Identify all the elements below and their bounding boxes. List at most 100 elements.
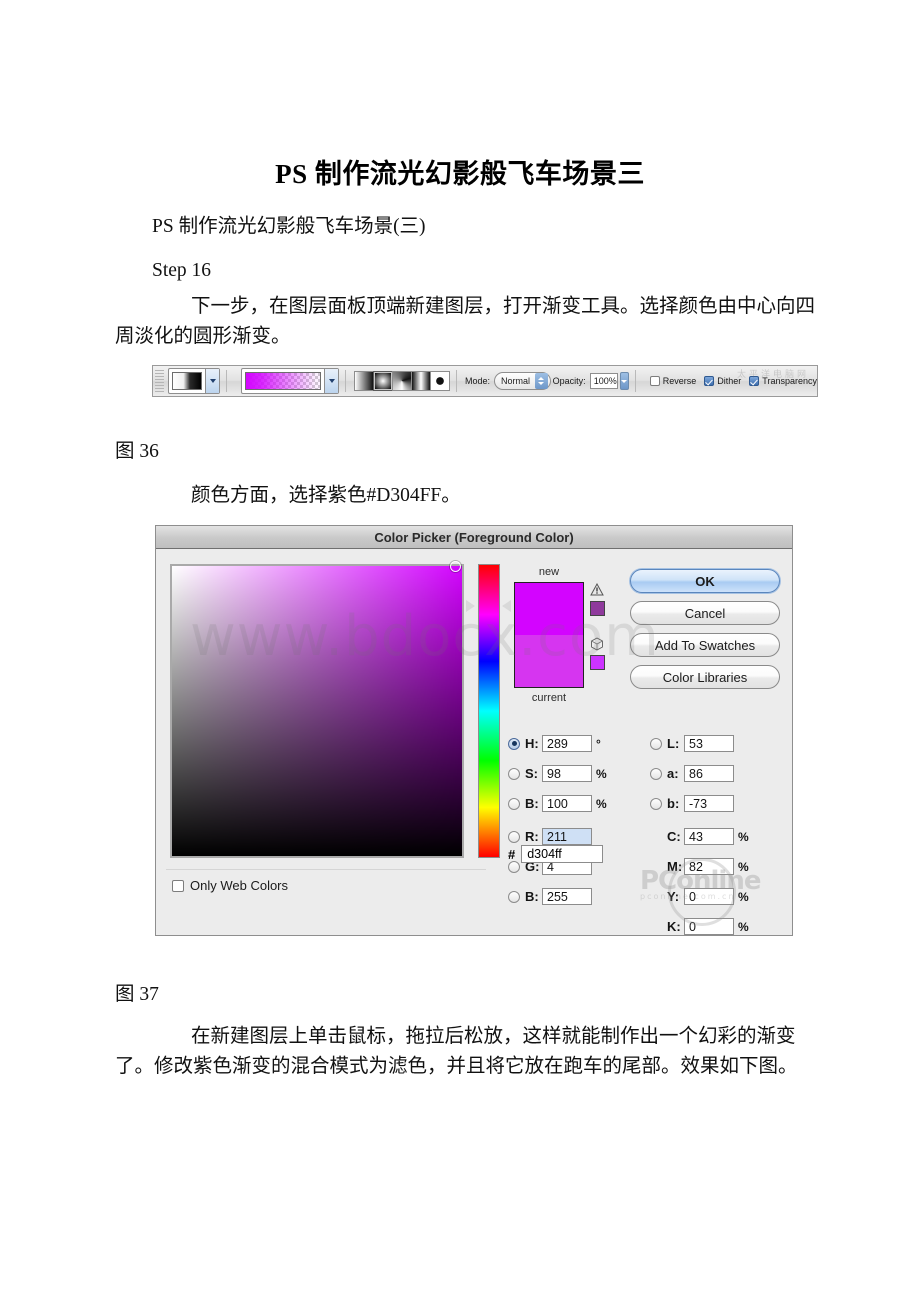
- hue-input[interactable]: 289: [542, 735, 592, 752]
- lab-a-row[interactable]: a: 86: [650, 763, 734, 784]
- blend-mode-select[interactable]: Normal: [494, 372, 551, 390]
- cancel-button[interactable]: Cancel: [630, 601, 780, 625]
- color-libraries-button[interactable]: Color Libraries: [630, 665, 780, 689]
- radial-gradient-icon[interactable]: [373, 371, 393, 391]
- black-row[interactable]: K: 0 %: [667, 916, 749, 935]
- hue-slider-handle-right-icon[interactable]: [502, 600, 511, 612]
- toolbar-grip[interactable]: [155, 370, 164, 392]
- dither-checkbox-box[interactable]: [704, 376, 715, 386]
- toolbar-divider-1: [226, 370, 227, 392]
- page-title: PS 制作流光幻影般飞车场景三: [275, 159, 645, 189]
- blend-mode-value: Normal: [501, 376, 531, 386]
- only-web-colors-checkbox[interactable]: Only Web Colors: [172, 878, 288, 893]
- lab-b-row[interactable]: b: -73: [650, 793, 734, 814]
- blend-mode-stepper-icon[interactable]: [534, 373, 548, 389]
- saturation-radio[interactable]: [508, 767, 520, 780]
- lab-b-radio[interactable]: [650, 797, 662, 810]
- web-safe-alt-swatch[interactable]: [590, 655, 605, 670]
- color-picker-divider: [166, 869, 486, 870]
- hue-unit: °: [596, 736, 601, 751]
- magenta-input[interactable]: 82: [684, 858, 734, 875]
- lab-a-label: a:: [667, 766, 679, 781]
- color-preview: [514, 582, 584, 688]
- gradient-preview-swatch-icon[interactable]: [245, 372, 321, 390]
- saturation-row[interactable]: S: 98 %: [508, 763, 607, 784]
- brightness-row[interactable]: B: 100 %: [508, 793, 607, 814]
- lab-a-radio[interactable]: [650, 767, 662, 780]
- hue-radio[interactable]: [508, 737, 520, 750]
- hue-slider-handle-left-icon[interactable]: [466, 600, 475, 612]
- new-color-label: new: [538, 566, 560, 578]
- toolbar-divider-3: [456, 370, 457, 392]
- brightness-radio[interactable]: [508, 797, 520, 810]
- only-web-colors-box[interactable]: [172, 879, 184, 892]
- toolbar-divider-4: [634, 370, 636, 392]
- red-label: R:: [525, 829, 539, 844]
- hue-slider[interactable]: [478, 564, 500, 858]
- lab-l-input[interactable]: 53: [684, 735, 734, 752]
- blend-mode-label: Mode:: [465, 376, 491, 386]
- cyan-unit: %: [738, 829, 749, 844]
- gradient-type-group: [354, 371, 450, 391]
- blue-row[interactable]: B: 255: [508, 886, 592, 907]
- color-field-marker-icon[interactable]: [450, 561, 461, 572]
- new-color-swatch: [515, 583, 583, 635]
- yellow-row[interactable]: Y: 0 %: [667, 886, 749, 907]
- color-picker-title: Color Picker (Foreground Color): [156, 526, 792, 549]
- lab-l-radio[interactable]: [650, 737, 662, 750]
- figure-37-caption: 图 37: [115, 984, 159, 1005]
- blue-radio[interactable]: [508, 890, 520, 903]
- blue-input[interactable]: 255: [542, 888, 592, 905]
- yellow-unit: %: [738, 889, 749, 904]
- saturation-input[interactable]: 98: [542, 765, 592, 782]
- hue-label: H:: [525, 736, 539, 751]
- toolbar-divider-2: [345, 370, 346, 392]
- brightness-unit: %: [596, 796, 607, 811]
- reverse-checkbox[interactable]: Reverse: [649, 376, 696, 386]
- hex-field-row[interactable]: # d304ff: [508, 845, 604, 863]
- cyan-input[interactable]: 43: [684, 828, 734, 845]
- red-input[interactable]: 211: [542, 828, 592, 845]
- angle-gradient-icon[interactable]: [392, 371, 412, 391]
- out-of-gamut-alt-swatch[interactable]: [590, 601, 605, 616]
- opacity-label: Opacity:: [552, 376, 586, 386]
- cyan-row[interactable]: C: 43 %: [667, 826, 749, 847]
- brightness-label: B:: [525, 796, 539, 811]
- ok-button[interactable]: OK: [630, 569, 780, 593]
- tool-preset-chevron-down-icon[interactable]: [205, 369, 219, 393]
- dither-checkbox[interactable]: Dither: [704, 376, 741, 386]
- document-subtitle: PS 制作流光幻影般飞车场景(三): [152, 216, 426, 237]
- saturation-brightness-field[interactable]: [170, 561, 464, 858]
- lab-a-input[interactable]: 86: [684, 765, 734, 782]
- gradient-preset-picker[interactable]: [241, 368, 339, 394]
- lab-b-input[interactable]: -73: [684, 795, 734, 812]
- step-heading: Step 16: [152, 260, 212, 281]
- reverse-checkbox-box[interactable]: [649, 376, 660, 386]
- red-radio[interactable]: [508, 830, 520, 843]
- transparency-checkbox[interactable]: Transparency: [749, 376, 817, 386]
- non-web-safe-cube-icon: [591, 637, 603, 651]
- magenta-row[interactable]: M: 82 %: [667, 856, 749, 877]
- hue-row[interactable]: H: 289 °: [508, 733, 601, 754]
- dither-label: Dither: [717, 376, 742, 386]
- magenta-label: M:: [667, 859, 683, 874]
- red-row[interactable]: R: 211: [508, 826, 592, 847]
- transparency-checkbox-box[interactable]: [749, 376, 760, 386]
- magenta-unit: %: [738, 859, 749, 874]
- paragraph-one: 下一步，在图层面板顶端新建图层，打开渐变工具。选择颜色由中心向四周淡化的圆形渐变…: [115, 296, 816, 347]
- opacity-input[interactable]: 100%: [589, 373, 618, 389]
- diamond-gradient-icon[interactable]: [430, 371, 450, 391]
- black-input[interactable]: 0: [684, 918, 734, 935]
- tool-preset-picker[interactable]: [168, 368, 220, 394]
- reflected-gradient-icon[interactable]: [411, 371, 431, 391]
- hex-input[interactable]: d304ff: [521, 845, 604, 863]
- yellow-input[interactable]: 0: [684, 888, 734, 905]
- opacity-chevron-down-icon[interactable]: [619, 372, 629, 390]
- add-to-swatches-button[interactable]: Add To Swatches: [630, 633, 780, 657]
- brightness-input[interactable]: 100: [542, 795, 592, 812]
- current-color-swatch[interactable]: [515, 635, 583, 687]
- gradient-preset-chevron-down-icon[interactable]: [324, 369, 338, 393]
- cyan-label: C:: [667, 829, 681, 844]
- linear-gradient-icon[interactable]: [354, 371, 374, 391]
- lab-l-row[interactable]: L: 53: [650, 733, 734, 754]
